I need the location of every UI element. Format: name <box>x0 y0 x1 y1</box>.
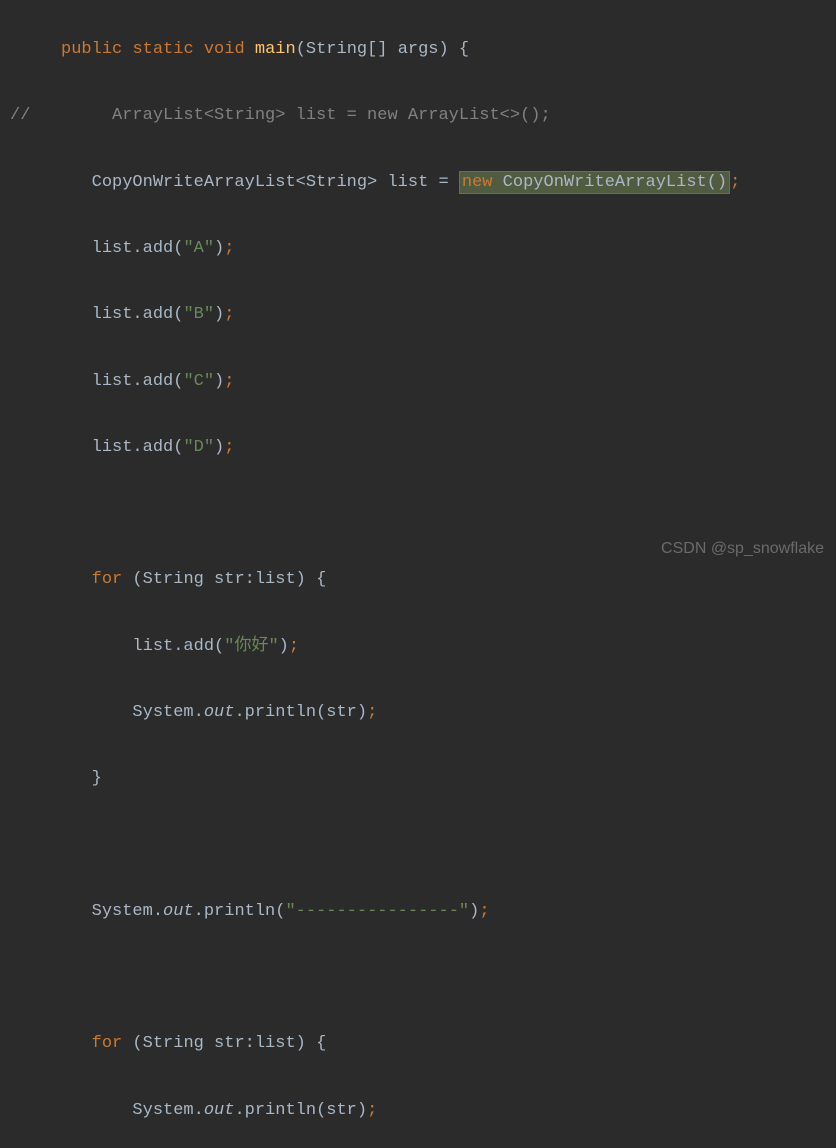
code-line: list.add("A"); <box>0 232 836 265</box>
code-line: public static void main(String[] args) { <box>0 33 836 66</box>
code-editor[interactable]: public static void main(String[] args) {… <box>0 0 836 1148</box>
code-line: for (String str:list) { <box>0 563 836 596</box>
code-line: for (String str:list) { <box>0 1027 836 1060</box>
code-line: } <box>0 762 836 795</box>
code-line: // ArrayList<String> list = new ArrayLis… <box>0 99 836 132</box>
code-line: list.add("D"); <box>0 431 836 464</box>
code-line: list.add("C"); <box>0 365 836 398</box>
code-line: list.add("你好"); <box>0 630 836 663</box>
code-line: CopyOnWriteArrayList<String> list = new … <box>0 166 836 199</box>
code-line: System.out.println(str); <box>0 696 836 729</box>
code-line: System.out.println(str); <box>0 1094 836 1127</box>
code-line: System.out.println("----------------"); <box>0 895 836 928</box>
code-line <box>0 961 836 994</box>
code-line <box>0 829 836 862</box>
code-line: list.add("B"); <box>0 298 836 331</box>
watermark-text: CSDN @sp_snowflake <box>661 533 824 564</box>
code-line <box>0 497 836 530</box>
